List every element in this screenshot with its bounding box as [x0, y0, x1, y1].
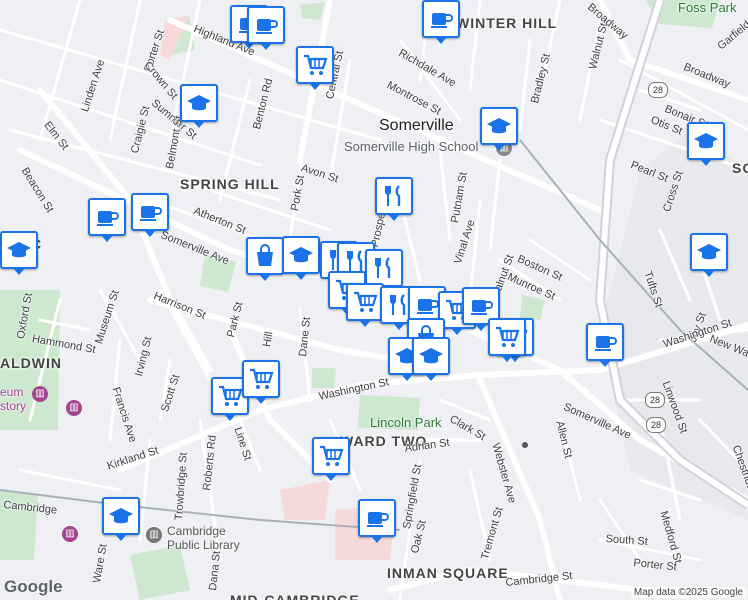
map-marker[interactable]	[102, 497, 140, 541]
school-icon	[692, 127, 720, 155]
school-icon	[485, 112, 513, 140]
school-label[interactable]: Somerville High School	[344, 139, 478, 154]
coffee-icon	[93, 203, 121, 231]
map-marker[interactable]	[346, 283, 384, 327]
school-icon	[185, 89, 213, 117]
fork-knife-icon	[370, 254, 398, 282]
cart-icon	[351, 288, 379, 316]
museum-icon: ▥	[62, 526, 78, 542]
fork-knife-icon	[380, 182, 408, 210]
cart-icon	[301, 51, 329, 79]
map-marker[interactable]	[131, 193, 169, 237]
school-icon	[5, 236, 33, 264]
coffee-icon	[363, 504, 391, 532]
cart-icon	[247, 365, 275, 393]
cart-icon	[216, 382, 244, 410]
map-marker[interactable]	[358, 499, 396, 543]
map-marker[interactable]	[412, 337, 450, 381]
place-label: SO	[732, 160, 748, 176]
google-logo[interactable]: Google	[4, 577, 63, 597]
map-marker[interactable]	[365, 249, 403, 293]
coffee-icon	[467, 292, 495, 320]
museum-icon: ▥	[66, 400, 82, 416]
school-icon	[695, 238, 723, 266]
museum-icon: ▥	[32, 386, 48, 402]
place-label: ALDWIN	[0, 355, 62, 371]
map-marker[interactable]	[88, 198, 126, 242]
coffee-icon	[413, 291, 441, 319]
route-shield: 28	[645, 392, 665, 408]
school-icon	[417, 342, 445, 370]
coffee-icon	[136, 198, 164, 226]
map-marker[interactable]	[488, 318, 526, 362]
map-marker[interactable]	[180, 84, 218, 128]
map-attribution[interactable]: Map data ©2025 Google	[630, 587, 746, 598]
school-icon	[287, 241, 315, 269]
map-marker[interactable]	[687, 122, 725, 166]
place-label: SPRING HILL	[180, 176, 280, 192]
map-marker[interactable]	[586, 323, 624, 367]
coffee-icon	[591, 328, 619, 356]
map-marker[interactable]	[242, 360, 280, 404]
park-label[interactable]: Lincoln Park	[370, 415, 442, 430]
coffee-icon	[252, 11, 280, 39]
map-marker[interactable]	[0, 231, 38, 275]
map-marker[interactable]	[282, 236, 320, 280]
cart-icon	[317, 442, 345, 470]
map[interactable]: WINTER HILL SPRING HILL WARD TWO INMAN S…	[0, 0, 748, 600]
route-shield: 28	[648, 82, 668, 98]
map-marker[interactable]	[375, 177, 413, 221]
place-label: INMAN SQUARE	[387, 565, 509, 581]
cart-icon	[493, 323, 521, 351]
park-label[interactable]: Foss Park	[678, 0, 737, 15]
map-marker[interactable]	[480, 107, 518, 151]
school-icon	[107, 502, 135, 530]
map-marker[interactable]	[296, 46, 334, 90]
map-marker[interactable]	[247, 6, 285, 50]
library-icon: ▥	[146, 527, 162, 543]
map-marker[interactable]	[312, 437, 350, 481]
library-label[interactable]: Cambridge Public Library	[167, 524, 240, 552]
route-shield: 28	[646, 417, 666, 433]
museum-label[interactable]: eum story	[0, 385, 26, 413]
map-marker[interactable]	[422, 0, 460, 44]
place-label: MID-CAMBRIDGE	[230, 592, 360, 600]
city-label: Somerville	[379, 117, 454, 134]
map-marker[interactable]	[690, 233, 728, 277]
bag-icon	[251, 242, 279, 270]
place-label: WINTER HILL	[456, 15, 558, 31]
map-marker[interactable]	[246, 237, 284, 281]
coffee-icon	[427, 5, 455, 33]
